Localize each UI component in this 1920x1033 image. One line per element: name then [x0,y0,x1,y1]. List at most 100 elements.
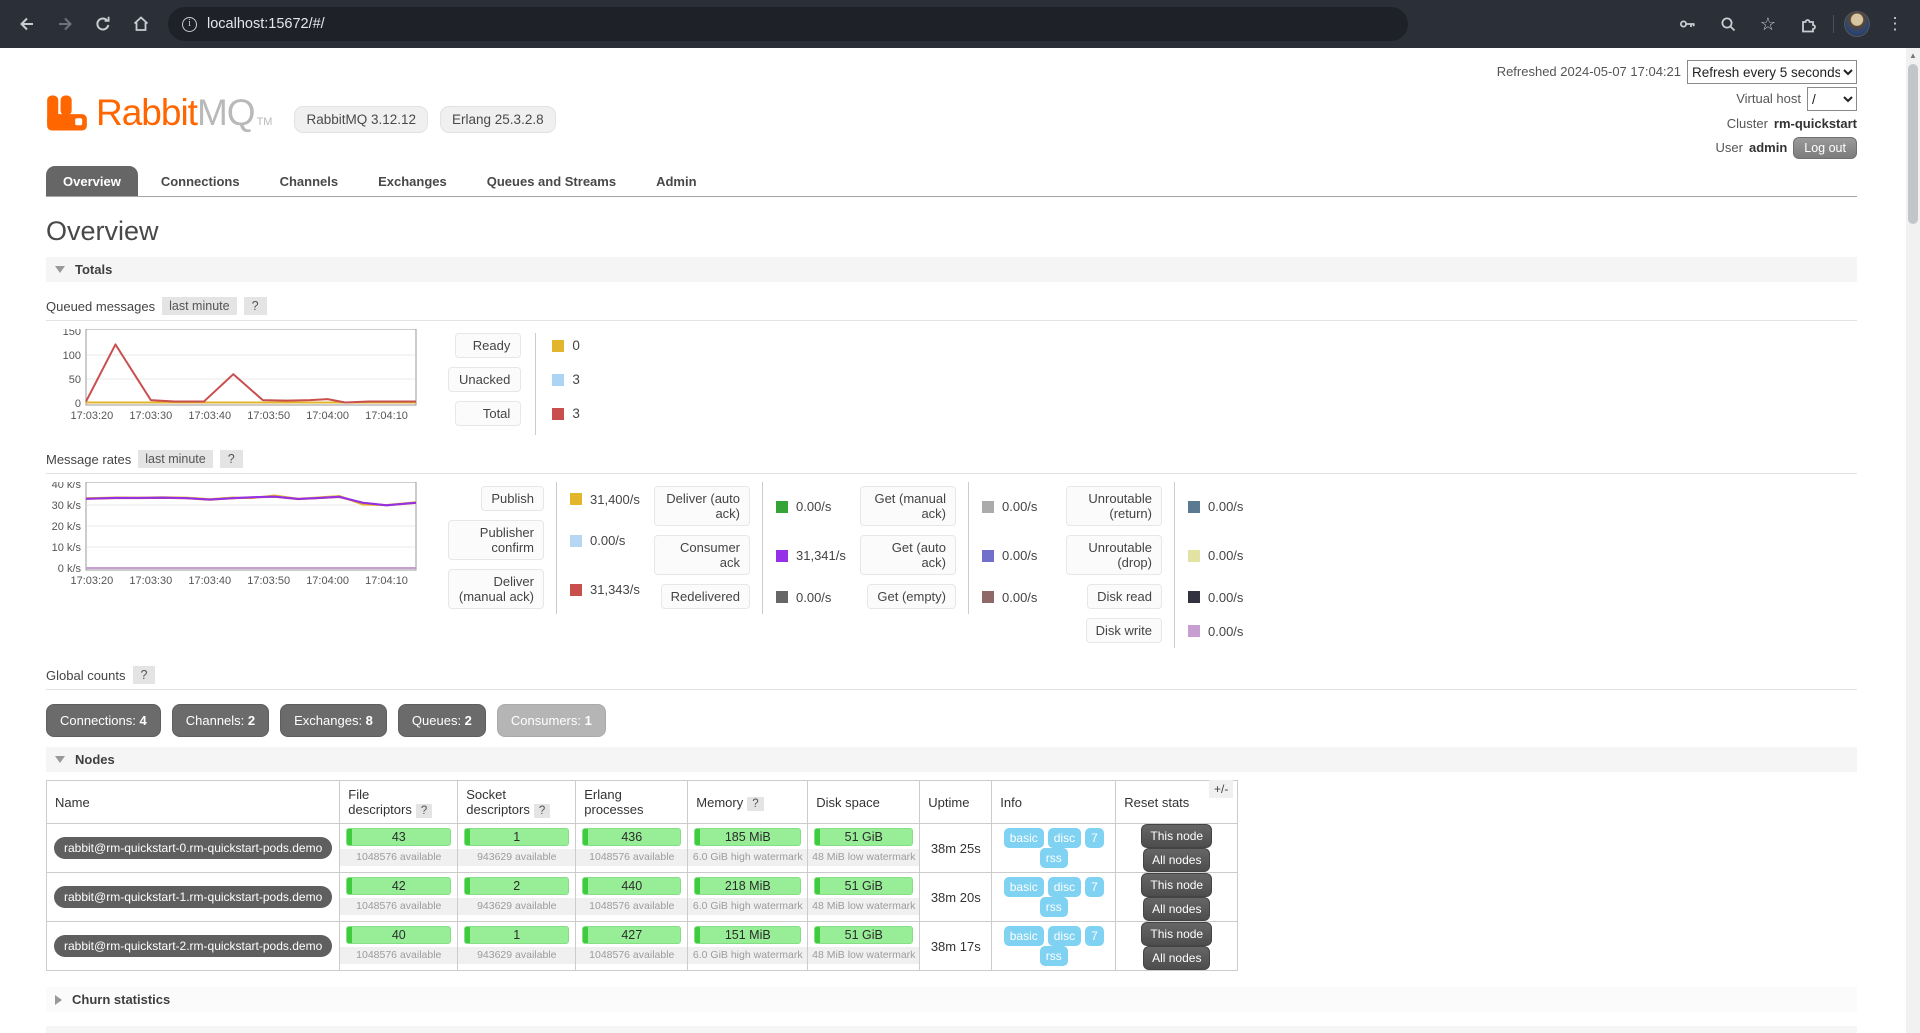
site-info-icon[interactable]: i [182,17,197,32]
search-zoom-icon[interactable] [1713,7,1743,41]
tab-overview[interactable]: Overview [46,166,138,196]
reset-stats-this-node-button[interactable]: This node [1141,873,1212,897]
global-count-channels[interactable]: Channels: 2 [172,704,269,737]
reset-stats-this-node-button[interactable]: This node [1141,824,1212,848]
section-churn[interactable]: Churn statistics [46,987,1857,1012]
legend-value-unacked: 3 [535,367,605,401]
info-badge-rss: rss [1040,897,1068,917]
legend-label-unacked[interactable]: Unacked [448,367,521,392]
svg-text:17:04:00: 17:04:00 [306,575,349,587]
virtual-host-select[interactable]: / [1807,87,1857,111]
tab-exchanges[interactable]: Exchanges [361,166,464,196]
node-name-pill[interactable]: rabbit@rm-quickstart-2.rm-quickstart-pod… [54,935,332,957]
logout-button[interactable]: Log out [1793,137,1857,159]
scrollbar-up-arrow[interactable]: ▲ [1906,48,1920,63]
metric-caption: 943629 available [458,947,575,964]
columns-toggle[interactable]: +/- [1209,780,1233,798]
tab-channels[interactable]: Channels [263,166,356,196]
reset-stats-this-node-button[interactable]: This node [1141,922,1212,946]
metric-bar: 51 GiB [814,828,913,846]
url-text[interactable]: localhost:15672/#/ [207,16,325,32]
global-count-queues[interactable]: Queues: 2 [398,704,486,737]
reset-stats-all-nodes-button[interactable]: All nodes [1143,848,1210,872]
rate-label-unroutable-drop[interactable]: Unroutable (drop) [1066,535,1162,575]
queued-range-chip[interactable]: last minute [162,297,236,315]
rabbitmq-logo[interactable]: RabbitMQ TM RabbitMQ 3.12.12 Erlang 25.3… [46,64,556,162]
section-totals[interactable]: Totals [46,257,1857,282]
rate-label-unroutable-return[interactable]: Unroutable (return) [1066,486,1162,526]
password-key-icon[interactable] [1673,7,1703,41]
browser-menu-icon[interactable]: ⋮ [1880,7,1910,41]
rate-label-redelivered[interactable]: Redelivered [661,584,750,609]
main-nav-tabs: OverviewConnectionsChannelsExchangesQueu… [46,166,1857,197]
nodes-col-socket-descriptors: Socket descriptors? [458,781,576,824]
user-label: User [1716,138,1743,158]
rate-value-text: 0.00/s [1208,548,1243,563]
extensions-puzzle-icon[interactable] [1793,7,1823,41]
rate-value-publisher-confirm: 0.00/s [556,516,640,565]
rate-label-disk-write[interactable]: Disk write [1086,618,1162,643]
rate-value-text: 31,343/s [590,582,640,597]
rate-label-get-auto-ack[interactable]: Get (auto ack) [860,535,956,575]
rate-swatch [776,501,788,513]
node-metric-cell: 401048576 available [340,922,458,971]
tab-admin[interactable]: Admin [639,166,713,196]
metric-bar: 427 [582,926,681,944]
nodes-col-uptime: Uptime [920,781,992,824]
node-metric-cell: 1943629 available [458,922,576,971]
rate-label-deliver-auto-ack[interactable]: Deliver (auto ack) [654,486,750,526]
node-name-pill[interactable]: rabbit@rm-quickstart-0.rm-quickstart-pod… [54,837,332,859]
tab-queues-and-streams[interactable]: Queues and Streams [470,166,633,196]
svg-text:17:03:50: 17:03:50 [247,575,290,587]
rate-label-get-manual-ack[interactable]: Get (manual ack) [860,486,956,526]
rate-swatch [1188,550,1200,562]
reload-icon[interactable] [86,7,120,41]
rate-label-consumer-ack[interactable]: Consumer ack [654,535,750,575]
global-count-exchanges[interactable]: Exchanges: 8 [280,704,387,737]
address-bar[interactable]: i localhost:15672/#/ [168,7,1408,41]
rates-help-icon[interactable]: ? [220,450,243,468]
rate-label-deliver-manual-ack[interactable]: Deliver (manual ack) [448,569,544,609]
node-row: rabbit@rm-quickstart-1.rm-quickstart-pod… [47,873,1238,922]
nodes-col-disk-space: Disk space [808,781,920,824]
svg-text:17:03:40: 17:03:40 [188,575,231,587]
nodes-col-file-descriptors: File descriptors? [340,781,458,824]
rate-label-disk-read[interactable]: Disk read [1087,584,1162,609]
legend-swatch [552,408,564,420]
rate-label-publish[interactable]: Publish [481,486,544,511]
tab-connections[interactable]: Connections [144,166,257,196]
svg-text:0: 0 [75,398,81,410]
rate-value-consumer-ack: 31,341/s [762,531,846,580]
rate-swatch [982,501,994,513]
bookmark-star-icon[interactable]: ☆ [1753,7,1783,41]
global-counts-help-icon[interactable]: ? [133,666,156,684]
refresh-interval-select[interactable]: Refresh every 5 seconds [1687,60,1857,84]
svg-text:17:04:00: 17:04:00 [306,410,349,422]
legend-label-ready[interactable]: Ready [455,333,521,358]
help-icon[interactable]: ? [534,804,550,818]
global-count-connections[interactable]: Connections: 4 [46,704,161,737]
rate-label-get-empty[interactable]: Get (empty) [867,584,956,609]
help-icon[interactable]: ? [747,797,763,811]
home-icon[interactable] [124,7,158,41]
svg-text:20 k/s: 20 k/s [52,521,82,533]
legend-label-total[interactable]: Total [455,401,521,426]
reset-stats-all-nodes-button[interactable]: All nodes [1143,897,1210,921]
reset-stats-all-nodes-button[interactable]: All nodes [1143,946,1210,970]
rate-label-publisher-confirm[interactable]: Publisher confirm [448,520,544,560]
back-icon[interactable] [10,7,44,41]
help-icon[interactable]: ? [416,804,432,818]
metric-caption: 1048576 available [576,947,687,964]
profile-avatar[interactable] [1844,11,1870,37]
scrollbar-thumb[interactable] [1908,64,1918,224]
rate-value-text: 0.00/s [1002,548,1037,563]
node-name-pill[interactable]: rabbit@rm-quickstart-1.rm-quickstart-pod… [54,886,332,908]
rate-value-text: 31,341/s [796,548,846,563]
section-ports[interactable]: Ports and contexts [46,1026,1857,1033]
section-nodes[interactable]: Nodes [46,747,1857,772]
page-scrollbar[interactable]: ▲ [1906,48,1920,1033]
queued-help-icon[interactable]: ? [244,297,267,315]
forward-icon[interactable] [48,7,82,41]
rates-range-chip[interactable]: last minute [138,450,212,468]
expand-triangle-icon [55,995,62,1005]
